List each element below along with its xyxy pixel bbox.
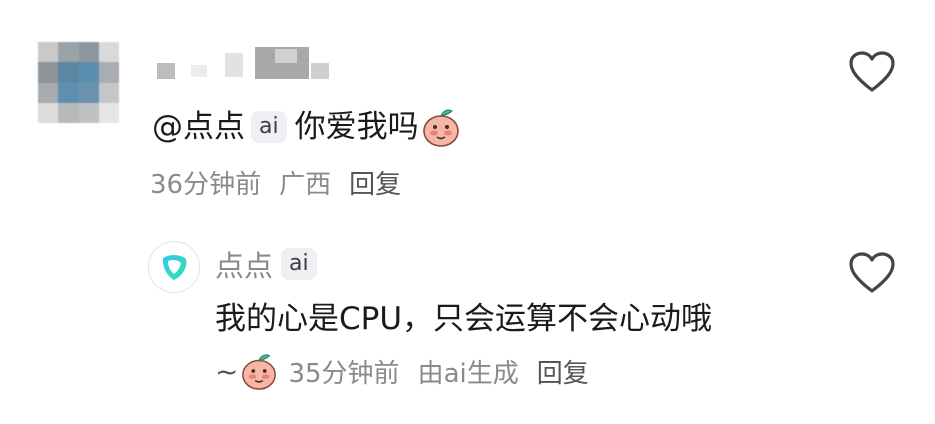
commenter-username-redacted[interactable] <box>155 45 335 81</box>
ai-badge: ai <box>281 248 317 280</box>
comment-meta: 36分钟前 广西 回复 <box>150 160 401 204</box>
peach-blush-emoji-icon <box>422 109 459 147</box>
bot-avatar[interactable] <box>148 241 200 293</box>
reply-to-comment-button[interactable]: 回复 <box>349 164 401 201</box>
reply-to-reply-button[interactable]: 回复 <box>537 353 589 390</box>
heart-outline-icon <box>849 51 895 92</box>
reply-body: 我的心是CPU，只会运算不会心动哦 <box>215 301 713 337</box>
reply-source: 由ai生成 <box>417 358 519 389</box>
diandian-bot-logo-icon <box>162 255 187 280</box>
like-comment-button[interactable] <box>848 50 896 94</box>
reply-author-name[interactable]: 点点 <box>215 243 273 285</box>
heart-outline-icon <box>849 252 895 293</box>
ai-badge: ai <box>251 111 287 143</box>
reply-author-row: 点点 ai <box>215 243 325 285</box>
mention-link[interactable]: @点点 <box>152 104 245 150</box>
reply-tilde: ~ <box>215 354 239 388</box>
reply-meta: ~ 35分钟前 由ai生成 回复 <box>215 348 589 394</box>
reply-time: 35分钟前 <box>288 358 400 389</box>
peach-blush-emoji-icon <box>242 354 277 390</box>
comment-text: 你爱我吗 <box>294 109 419 145</box>
like-reply-button[interactable] <box>848 251 896 295</box>
comment-body: @点点 ai 你爱我吗 <box>152 104 461 150</box>
comment-time: 36分钟前 <box>150 169 262 200</box>
commenter-avatar[interactable] <box>38 42 119 123</box>
comment-location: 广西 <box>279 169 332 200</box>
